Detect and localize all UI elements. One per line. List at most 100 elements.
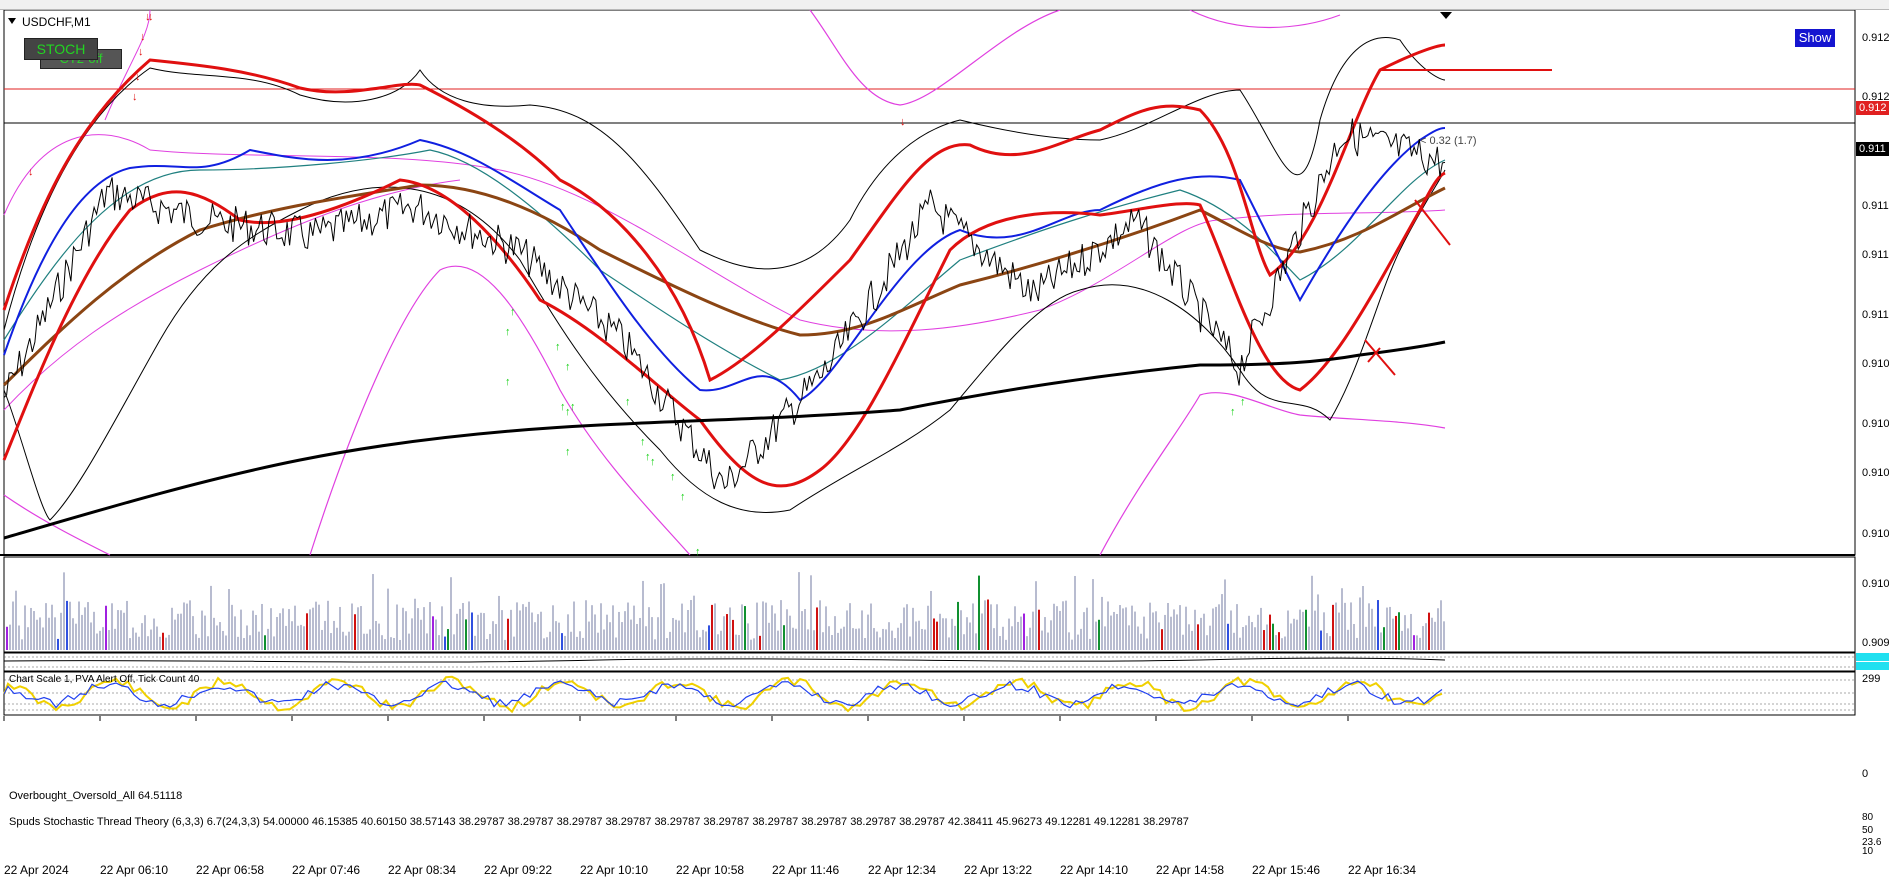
volume-bar (345, 635, 347, 650)
volume-bar (396, 604, 398, 650)
volume-bar (237, 636, 239, 650)
volume-bar (51, 604, 53, 650)
volume-bar (483, 613, 485, 650)
volume-bar (141, 623, 143, 650)
volume-bar (18, 625, 20, 650)
volume-bar (174, 619, 176, 650)
volume-bar (1071, 639, 1073, 650)
volume-bar (912, 607, 914, 650)
volume-bar (111, 603, 113, 650)
volume-bar (801, 611, 803, 650)
volume-bar (1395, 615, 1397, 650)
volume-bar (135, 632, 137, 650)
volume-bar (948, 637, 950, 650)
volume-bar (603, 629, 605, 650)
volume-bar (618, 611, 620, 650)
chart-canvas[interactable]: ↓↓↓↓↓↓↓↓↑↑↑↑↑↑ ↑ ↑↑↑↑↑ ↑↑↑↑↑↑ (0, 10, 1889, 879)
volume-bar (66, 600, 68, 650)
show-button[interactable]: Show (1795, 29, 1835, 47)
volume-bar (513, 636, 515, 650)
volume-bar (1269, 614, 1271, 650)
volume-bar (744, 606, 746, 650)
sell-arrow-icon: ↓ (138, 46, 144, 58)
volume-bar (915, 621, 917, 650)
volume-bar (54, 617, 56, 650)
volume-bar (774, 613, 776, 650)
volume-bar (282, 608, 284, 650)
volume-bar (1434, 621, 1436, 650)
chart-menu-arrow-icon[interactable] (8, 18, 16, 24)
volume-bar (969, 622, 971, 650)
volume-bar (900, 623, 902, 650)
volume-bar (1365, 626, 1367, 650)
price-axis-label: 0.911 (1862, 309, 1889, 321)
volume-bar (1080, 628, 1082, 650)
volume-bar (1293, 618, 1295, 650)
volume-bar (555, 621, 557, 650)
volume-bar (1077, 634, 1079, 650)
volume-bar (1032, 611, 1034, 650)
volume-bar (933, 618, 935, 650)
volume-bar (495, 624, 497, 650)
volume-bar (654, 639, 656, 650)
volume-bar (1239, 637, 1241, 650)
volume-bar (1437, 608, 1439, 650)
price-axis-label: 0.910 (1862, 528, 1889, 540)
stoch-axis-label: 80 (1862, 812, 1874, 823)
chart-shift-marker-icon[interactable] (1440, 12, 1452, 19)
volume-bar (447, 629, 449, 650)
time-axis-label: 22 Apr 13:22 (964, 863, 1033, 877)
volume-bar (1308, 626, 1310, 650)
volume-bar (1251, 622, 1253, 650)
volume-bar (1248, 615, 1250, 650)
volume-bar (1047, 632, 1049, 650)
volume-bar (1098, 619, 1100, 650)
volume-bar (153, 618, 155, 650)
time-axis-label: 22 Apr 11:46 (772, 863, 840, 877)
volume-bar (966, 617, 968, 650)
symbol-title: USDCHF,M1 (22, 15, 91, 29)
buy-arrow-icon: ↑ (640, 436, 646, 448)
time-axis-label: 22 Apr 10:58 (676, 863, 745, 877)
volume-bar (192, 616, 194, 650)
volume-bar (825, 606, 827, 650)
volume-bar (1362, 585, 1364, 650)
volume-bar (696, 630, 698, 650)
time-axis-label: 22 Apr 08:34 (388, 863, 457, 877)
volume-bar (567, 614, 569, 650)
stoch-toggle-button[interactable]: STOCH (24, 38, 98, 60)
volume-bar (1179, 605, 1181, 650)
volume-bar (1062, 601, 1064, 650)
volume-bar (861, 610, 863, 650)
volume-bar (246, 625, 248, 650)
volume-bar (981, 613, 983, 650)
ask-price-tag: 0.911 (1856, 142, 1889, 156)
volume-bar (528, 601, 530, 650)
volume-bar (492, 621, 494, 650)
volume-bar (777, 630, 779, 650)
volume-bar (645, 626, 647, 650)
volume-bar (108, 630, 110, 650)
volume-bar (855, 628, 857, 650)
volume-bar (24, 605, 26, 650)
volume-bar (813, 630, 815, 650)
buy-arrow-icon: ↑ (505, 326, 511, 338)
stoch-indicator-label: Spuds Stochastic Thread Theory (6,3,3) 6… (9, 816, 1189, 828)
volume-bar (1065, 600, 1067, 650)
volume-bar (582, 637, 584, 650)
volume-bar (894, 638, 896, 650)
volume-bar (1431, 617, 1433, 650)
volume-bar (387, 588, 389, 650)
volume-bar (186, 603, 188, 650)
time-axis-ticks (3, 716, 1349, 721)
volume-bar (252, 610, 254, 650)
volume-bar (384, 639, 386, 650)
volume-panel (3, 556, 1856, 653)
volume-bar (354, 614, 356, 650)
volume-bar (123, 612, 125, 650)
volume-bar (210, 585, 212, 650)
volume-bar (1377, 600, 1379, 650)
volume-bar (9, 624, 11, 650)
volume-bar (711, 604, 713, 650)
volume-bar (474, 635, 476, 650)
